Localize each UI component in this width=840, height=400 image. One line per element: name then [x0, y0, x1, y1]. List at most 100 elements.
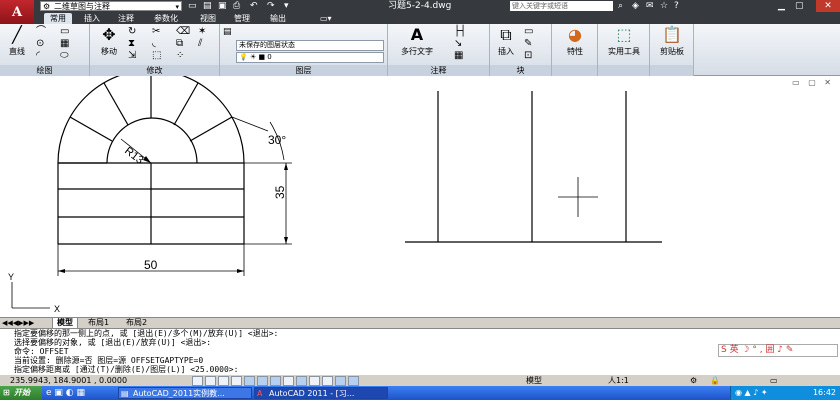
- print-icon[interactable]: ⎙: [233, 0, 240, 12]
- close-icon[interactable]: ✕: [816, 0, 840, 12]
- tab-parametric[interactable]: 参数化: [148, 13, 184, 24]
- tab-home[interactable]: 常用: [44, 13, 72, 24]
- taskbar-task[interactable]: ▤ AutoCAD_2011实例教...: [118, 387, 252, 399]
- chevron-down-icon: ▾: [175, 3, 179, 11]
- clipboard-button[interactable]: 📋 剪贴板: [654, 26, 690, 57]
- command-window[interactable]: 指定要偏移的那一侧上的点, 或 [退出(E)/多个(M)/放弃(U)] <退出>…: [0, 328, 840, 374]
- mirror-icon[interactable]: ⧗: [128, 38, 135, 50]
- drawing-canvas[interactable]: ▭ ▢ ✕ 30° R13 35 50 X Y: [0, 76, 840, 318]
- hatch-icon[interactable]: ▦: [60, 38, 69, 50]
- otrack-toggle[interactable]: [270, 376, 281, 386]
- panel-properties: ◕ 特性: [552, 24, 598, 76]
- move-button[interactable]: ✥ 移动: [94, 26, 124, 57]
- copy-icon[interactable]: ⧉: [176, 38, 183, 50]
- trim-icon[interactable]: ✂: [152, 26, 160, 38]
- clipboard-panel-title[interactable]: [650, 65, 693, 76]
- layer-dropdown[interactable]: 💡 ☀ ■ 0: [236, 52, 384, 63]
- search-icon[interactable]: ⌕: [618, 0, 623, 12]
- edit-block-icon[interactable]: ✎: [524, 38, 532, 50]
- minimize-icon[interactable]: ▁: [778, 0, 785, 12]
- open-icon[interactable]: ▤: [203, 0, 212, 12]
- favorites-icon[interactable]: ☆: [660, 0, 668, 12]
- leader-icon[interactable]: ↘: [454, 38, 462, 50]
- tab-nav-icons[interactable]: ◀◀◀▶▶▶: [2, 318, 34, 328]
- draw-panel-title[interactable]: 绘图: [0, 65, 89, 76]
- taskbar: ⊞ 开始 e ▣ ◐ ▦ ▤ AutoCAD_2011实例教... A Auto…: [0, 386, 840, 400]
- layer-properties-icon[interactable]: ▤: [223, 26, 232, 38]
- dimension-icon[interactable]: ├┤: [454, 26, 466, 38]
- communication-icon[interactable]: ✉: [646, 0, 654, 12]
- workspace-switcher[interactable]: ⚙ 二维草图与注释 ▾: [40, 1, 182, 11]
- line-label: 直线: [9, 47, 25, 56]
- polyline-icon[interactable]: ⌒: [36, 26, 46, 38]
- ortho-toggle[interactable]: [231, 376, 242, 386]
- create-block-icon[interactable]: ▭: [524, 26, 533, 38]
- properties-button[interactable]: ◕ 特性: [556, 26, 594, 57]
- tab-annotate[interactable]: 注释: [112, 13, 140, 24]
- tray-icons[interactable]: ◉ ▲ ♪ ✦: [735, 386, 768, 400]
- properties-label: 特性: [567, 47, 583, 56]
- insert-button[interactable]: ⧉ 插入: [492, 26, 520, 57]
- folder-icon: ▤: [121, 389, 129, 398]
- stretch-icon[interactable]: ⇲: [128, 50, 136, 62]
- application-menu-button[interactable]: A: [0, 0, 34, 24]
- lineweight-toggle[interactable]: [309, 376, 320, 386]
- properties-panel-title[interactable]: [552, 65, 597, 76]
- command-prompt[interactable]: 指定偏移距离或 [通过(T)/删除(E)/图层(L)] <25.0000>:: [14, 365, 238, 374]
- tab-output[interactable]: 输出: [264, 13, 292, 24]
- tab-manage[interactable]: 管理: [228, 13, 256, 24]
- tab-insert[interactable]: 插入: [78, 13, 106, 24]
- erase-icon[interactable]: ⌫: [176, 26, 190, 38]
- table-icon[interactable]: ▦: [454, 50, 463, 62]
- ducs-toggle[interactable]: [283, 376, 294, 386]
- grid-toggle[interactable]: [218, 376, 229, 386]
- clock: 16:42: [812, 388, 836, 397]
- snap-toggle[interactable]: [205, 376, 216, 386]
- utilities-button[interactable]: ⬚ 实用工具: [602, 26, 646, 57]
- explode-icon[interactable]: ✶: [198, 26, 206, 38]
- start-button[interactable]: ⊞ 开始: [0, 386, 42, 400]
- circle-icon[interactable]: ⊙: [36, 38, 44, 50]
- dyn-toggle[interactable]: [296, 376, 307, 386]
- tab-view[interactable]: 视图: [194, 13, 222, 24]
- layers-panel-title[interactable]: 图层: [220, 65, 387, 76]
- command-history-line: 命令: OFFSET: [14, 347, 69, 356]
- help-icon[interactable]: ?: [674, 0, 679, 12]
- ime-toolbar[interactable]: S 英 ☽ ° , 囲 ♪ ✎: [718, 344, 838, 357]
- tab-layout1[interactable]: 布局1: [84, 318, 113, 328]
- customize-quick-access-icon[interactable]: ▾: [284, 0, 289, 12]
- layer-state-dropdown[interactable]: 未保存的图层状态: [236, 40, 384, 51]
- quick-properties-toggle[interactable]: [335, 376, 346, 386]
- taskbar-task[interactable]: A AutoCAD 2011 - [习...: [254, 387, 388, 399]
- undo-icon[interactable]: ↶: [250, 0, 258, 12]
- new-icon[interactable]: ▭: [188, 0, 197, 12]
- osnap-toggle[interactable]: [257, 376, 268, 386]
- annotation-panel-title[interactable]: 注释: [388, 65, 489, 76]
- quicklaunch-icons[interactable]: e ▣ ◐ ▦: [46, 386, 85, 400]
- save-icon[interactable]: ▣: [218, 0, 227, 12]
- selection-cycling-toggle[interactable]: [348, 376, 359, 386]
- attribute-icon[interactable]: ⊡: [524, 50, 532, 62]
- tab-layout2[interactable]: 布局2: [122, 318, 151, 328]
- maximize-icon[interactable]: ▢: [795, 0, 804, 12]
- rectangle-icon[interactable]: ▭: [60, 26, 69, 38]
- line-button[interactable]: ╱ 直线: [4, 26, 30, 57]
- array-icon[interactable]: ⁘: [176, 50, 184, 62]
- block-panel-title[interactable]: 块: [490, 65, 551, 76]
- search-input[interactable]: 键入关键字或短语: [510, 1, 613, 11]
- offset-icon[interactable]: ⫽: [198, 38, 202, 50]
- transparency-toggle[interactable]: [322, 376, 333, 386]
- utilities-panel-title[interactable]: [598, 65, 649, 76]
- ellipse-icon[interactable]: ⬭: [60, 50, 69, 62]
- mtext-button[interactable]: A 多行文字: [394, 26, 440, 57]
- infer-constraints-toggle[interactable]: [192, 376, 203, 386]
- scale-icon[interactable]: ⬚: [152, 50, 161, 62]
- modify-panel-title[interactable]: 修改: [90, 65, 219, 76]
- fillet-icon[interactable]: ◟: [152, 38, 156, 50]
- rotate-icon[interactable]: ↻: [128, 26, 136, 38]
- arc-icon[interactable]: ◜: [36, 50, 40, 62]
- polar-toggle[interactable]: [244, 376, 255, 386]
- ribbon-minimize-icon[interactable]: ▭▾: [314, 13, 338, 24]
- subscription-icon[interactable]: ◈: [632, 0, 639, 12]
- redo-icon[interactable]: ↷: [267, 0, 275, 12]
